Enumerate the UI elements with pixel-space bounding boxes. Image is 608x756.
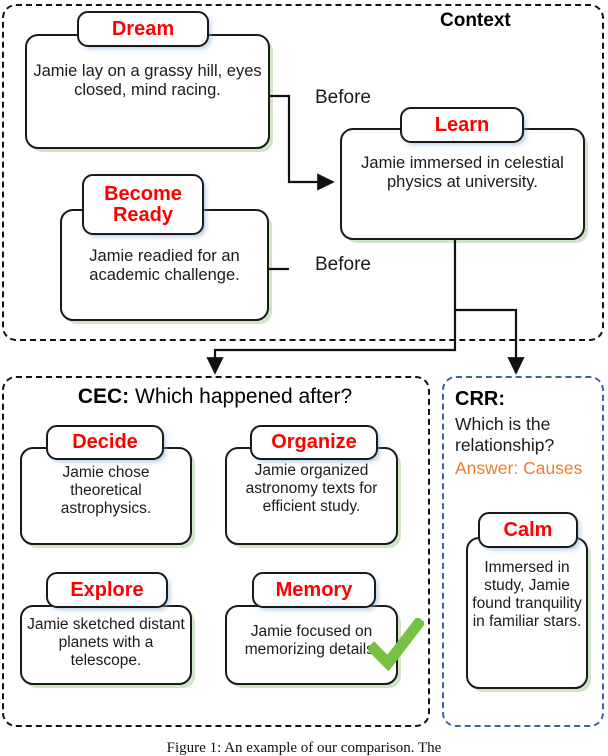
card-learn[interactable]: Jamie immersed in celestial physics at u…	[340, 128, 585, 240]
option-decide[interactable]: Jamie chose theoretical astrophysics.	[20, 447, 192, 545]
option-explore-label: Explore	[46, 572, 168, 608]
context-panel-title: Context	[440, 10, 511, 31]
option-explore-text: Jamie sketched distant planets with a te…	[27, 616, 185, 669]
cec-title-bold: CEC:	[77, 385, 130, 408]
option-explore[interactable]: Jamie sketched distant planets with a te…	[20, 605, 192, 685]
card-become-ready-label: Become Ready	[82, 174, 204, 235]
edge-label-before-top: Before	[315, 87, 371, 108]
figure-canvas: Context Jamie lay on a grassy hill, eyes…	[0, 0, 608, 756]
card-calm-text: Immersed in study, Jamie found tranquili…	[472, 559, 582, 630]
crr-question: Which is the relationship?	[455, 414, 555, 455]
card-dream[interactable]: Jamie lay on a grassy hill, eyes closed,…	[25, 34, 270, 149]
option-decide-text: Jamie chose theoretical astrophysics.	[60, 464, 152, 517]
edge-label-before-bottom: Before	[315, 254, 371, 275]
option-memory-label: Memory	[252, 572, 376, 608]
option-organize-text: Jamie organized astronomy texts for effi…	[245, 462, 378, 515]
option-organize-label: Organize	[250, 425, 378, 460]
figure-caption: Figure 1: An example of our comparison. …	[166, 740, 442, 756]
card-learn-text: Jamie immersed in celestial physics at u…	[361, 154, 564, 192]
card-dream-text: Jamie lay on a grassy hill, eyes closed,…	[33, 62, 262, 100]
card-dream-label: Dream	[77, 11, 209, 47]
cec-title-question: Which happened after?	[129, 385, 353, 408]
card-calm-label: Calm	[478, 512, 578, 548]
card-learn-label: Learn	[400, 107, 524, 143]
cec-panel-title: CEC: Which happened after?	[0, 385, 430, 409]
card-become-ready-text: Jamie readied for an academic challenge.	[89, 247, 240, 285]
check-mark-icon	[366, 616, 426, 672]
option-decide-label: Decide	[46, 425, 164, 460]
crr-answer: Answer: Causes	[455, 458, 583, 478]
option-organize[interactable]: Jamie organized astronomy texts for effi…	[225, 447, 398, 545]
crr-panel-title: CRR:	[455, 388, 505, 410]
card-calm[interactable]: Immersed in study, Jamie found tranquili…	[466, 537, 588, 689]
